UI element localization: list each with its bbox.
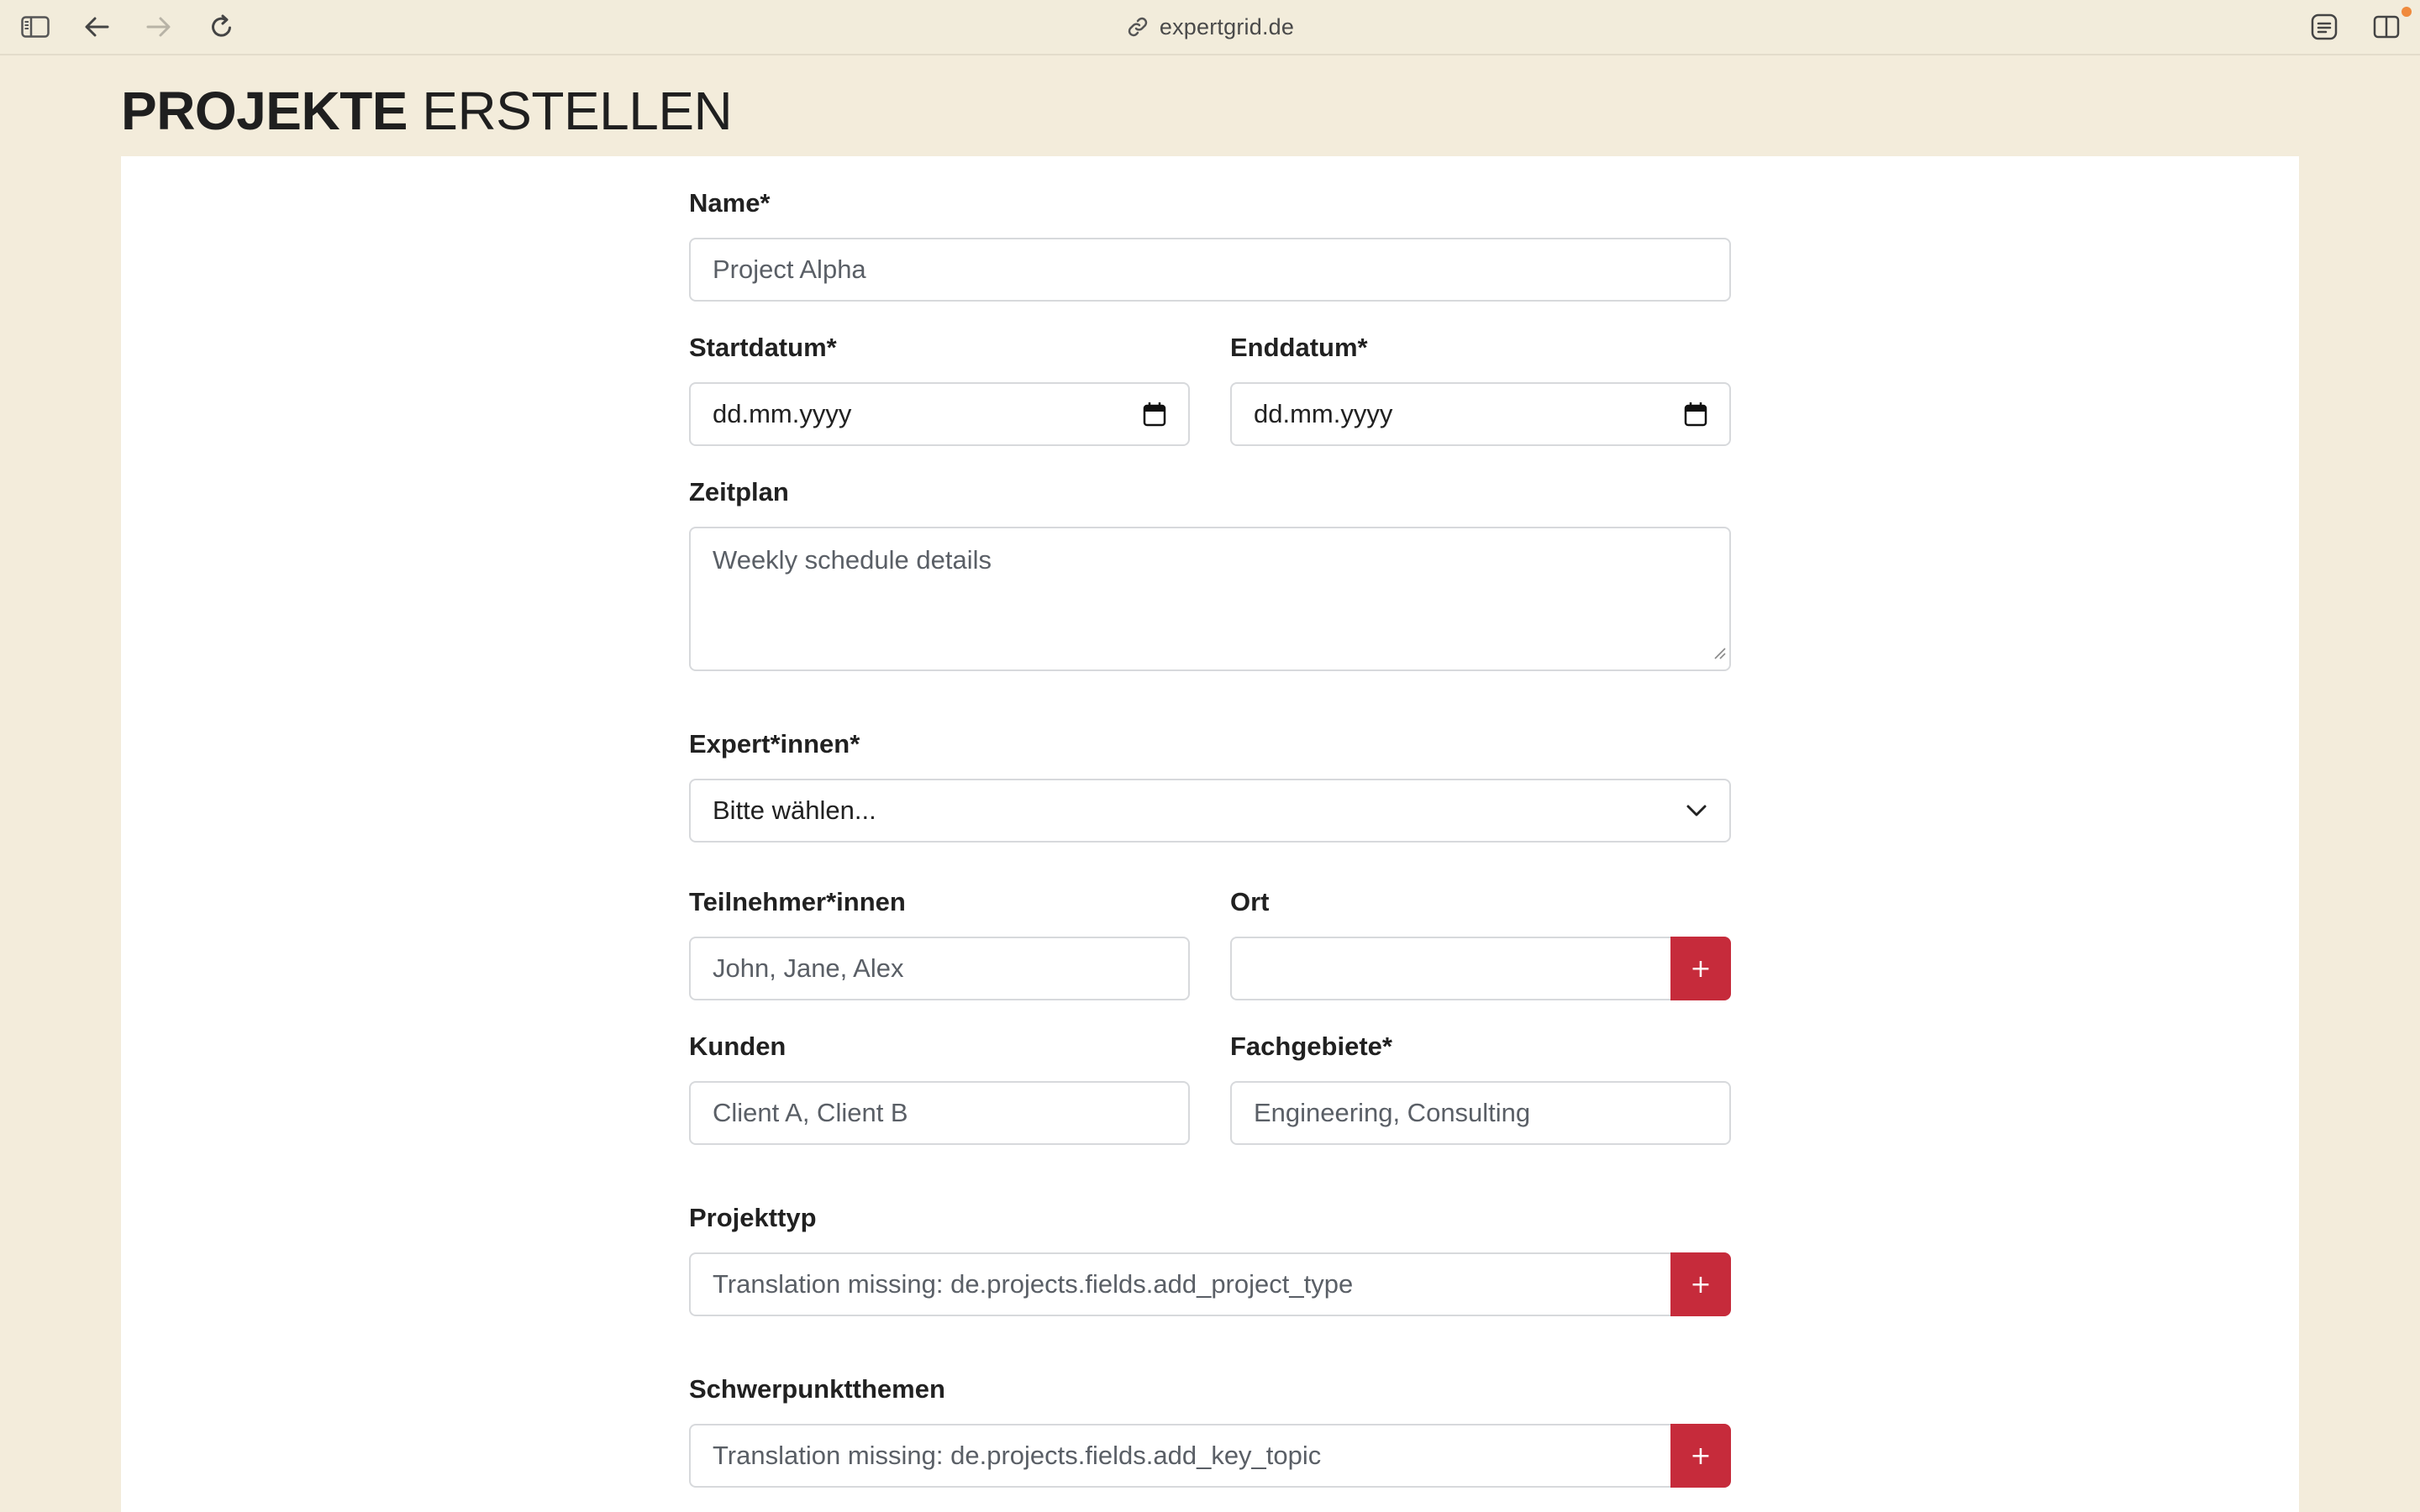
experten-label: Expert*innen* — [689, 729, 860, 759]
startdatum-label: Startdatum* — [689, 333, 837, 362]
enddatum-input[interactable]: dd.mm.yyyy — [1230, 382, 1731, 446]
calendar-icon[interactable] — [1684, 402, 1707, 427]
ort-input-group: + — [1230, 937, 1731, 1000]
experten-select[interactable]: Bitte wählen... — [689, 779, 1731, 843]
add-projekttyp-button[interactable]: + — [1670, 1252, 1731, 1316]
link-icon — [1126, 15, 1150, 39]
ort-label: Ort — [1230, 887, 1270, 916]
schwerpunkt-input[interactable]: Translation missing: de.projects.fields.… — [689, 1424, 1670, 1488]
kunden-input[interactable]: Client A, Client B — [689, 1081, 1190, 1145]
page-title-light: ERSTELLEN — [422, 81, 733, 141]
fachgebiete-label: Fachgebiete* — [1230, 1032, 1392, 1061]
enddatum-label: Enddatum* — [1230, 333, 1368, 362]
projekttyp-input[interactable]: Translation missing: de.projects.fields.… — [689, 1252, 1670, 1316]
projekttyp-label: Projekttyp — [689, 1203, 817, 1232]
projekttyp-input-group: Translation missing: de.projects.fields.… — [689, 1252, 1731, 1316]
schwerpunkt-input-group: Translation missing: de.projects.fields.… — [689, 1424, 1731, 1488]
enddatum-placeholder: dd.mm.yyyy — [1254, 399, 1393, 428]
fachgebiete-value: Engineering, Consulting — [1254, 1098, 1531, 1127]
chevron-down-icon — [1686, 804, 1707, 817]
zeitplan-label: Zeitplan — [689, 477, 789, 507]
name-label: Name* — [689, 188, 771, 218]
startdatum-input[interactable]: dd.mm.yyyy — [689, 382, 1190, 446]
ort-input[interactable] — [1230, 937, 1670, 1000]
name-input-value: Project Alpha — [713, 255, 866, 284]
schwerpunkt-value: Translation missing: de.projects.fields.… — [713, 1441, 1322, 1470]
notification-dot — [2402, 7, 2412, 17]
address-bar[interactable]: expertgrid.de — [0, 12, 2420, 42]
add-schwerpunkt-button[interactable]: + — [1670, 1424, 1731, 1488]
page-title: PROJEKTE ERSTELLEN — [121, 77, 733, 144]
browser-toolbar: expertgrid.de — [0, 0, 2420, 55]
teilnehmer-value: John, Jane, Alex — [713, 953, 904, 983]
reader-icon[interactable] — [2309, 12, 2339, 42]
page-title-bold: PROJEKTE — [121, 81, 408, 141]
startdatum-placeholder: dd.mm.yyyy — [713, 399, 852, 428]
kunden-value: Client A, Client B — [713, 1098, 908, 1127]
name-input[interactable]: Project Alpha — [689, 238, 1731, 302]
teilnehmer-label: Teilnehmer*innen — [689, 887, 906, 916]
fachgebiete-input[interactable]: Engineering, Consulting — [1230, 1081, 1731, 1145]
schwerpunkt-label: Schwerpunktthemen — [689, 1374, 945, 1404]
add-ort-button[interactable]: + — [1670, 937, 1731, 1000]
zeitplan-value: Weekly schedule details — [713, 545, 992, 575]
kunden-label: Kunden — [689, 1032, 786, 1061]
split-view-icon[interactable] — [2371, 12, 2402, 42]
teilnehmer-input[interactable]: John, Jane, Alex — [689, 937, 1190, 1000]
resize-handle-icon[interactable] — [1712, 636, 1726, 666]
experten-selected: Bitte wählen... — [713, 795, 876, 825]
projekttyp-value: Translation missing: de.projects.fields.… — [713, 1269, 1354, 1299]
url-text: expertgrid.de — [1159, 13, 1295, 39]
zeitplan-textarea[interactable]: Weekly schedule details — [689, 527, 1731, 671]
calendar-icon[interactable] — [1143, 402, 1166, 427]
